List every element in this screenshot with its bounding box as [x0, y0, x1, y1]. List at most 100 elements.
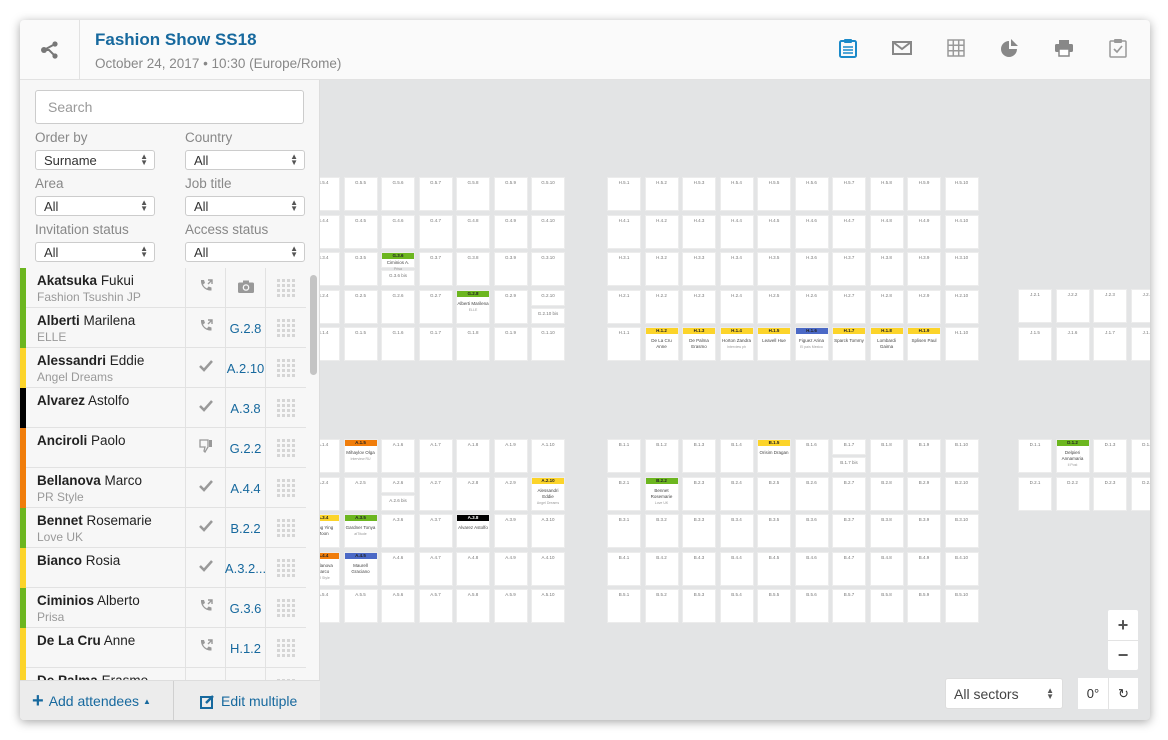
invitation-status-select[interactable]: All ▲ ▼	[35, 242, 155, 262]
attendee-row[interactable]: De Palma Erasmo	[20, 668, 306, 680]
seat[interactable]: A.3.4 Song Ying Moon	[320, 514, 340, 548]
seat-map-button[interactable]	[944, 36, 968, 60]
seat[interactable]: B.2.5	[757, 476, 791, 511]
rotate-button[interactable]: ↻	[1108, 678, 1138, 709]
seat[interactable]: J.2.3	[1093, 289, 1127, 323]
attendee-row[interactable]: De La Cru Anne H.1.2	[20, 628, 306, 668]
seat[interactable]: H.3.1	[607, 252, 641, 286]
zoom-in-button[interactable]: +	[1108, 610, 1138, 640]
seat[interactable]: H.2.3	[682, 289, 716, 324]
job-title-select[interactable]: All ▲ ▼	[185, 196, 305, 216]
seat[interactable]: G.2.9	[493, 289, 528, 324]
attendee-row[interactable]: Alessandri Eddie Angel Dreams A.2.10	[20, 348, 306, 388]
seat[interactable]: H.2.1	[607, 289, 641, 324]
seat[interactable]: B.2.4	[719, 476, 754, 511]
invitation-status-cell[interactable]	[185, 668, 225, 680]
invitation-status-cell[interactable]	[185, 628, 225, 668]
seat[interactable]: G.4.4	[320, 214, 340, 249]
seat[interactable]: B.2.3	[682, 476, 716, 511]
seat[interactable]: H.2.2	[644, 289, 679, 324]
seat[interactable]: H.1.9 Splisen Paul	[907, 327, 941, 361]
seat[interactable]: A.5.7	[418, 589, 453, 623]
seat[interactable]: A.4.7	[418, 551, 453, 586]
invitation-status-cell[interactable]	[185, 508, 225, 548]
seat[interactable]: A.3.5 Gardner Tonya atTitude	[343, 514, 378, 548]
seat[interactable]: A.1.10	[531, 439, 565, 473]
seat[interactable]: J.1.8	[1130, 326, 1150, 361]
seat[interactable]: H.3.7	[832, 252, 866, 286]
statistics-button[interactable]	[998, 36, 1022, 60]
seat[interactable]: B.4.8	[869, 551, 904, 586]
seat[interactable]: A.4.5 Maurell Graciano	[343, 551, 378, 586]
seat[interactable]: G.5.10	[531, 177, 565, 211]
seat[interactable]: G.1.5	[343, 327, 378, 361]
seat[interactable]: G.2.10	[531, 289, 565, 306]
seat[interactable]: G.3.10	[531, 252, 565, 286]
invitation-status-cell[interactable]	[185, 428, 225, 468]
seat-link[interactable]: A.3.8	[230, 401, 260, 416]
drag-handle[interactable]	[265, 348, 306, 388]
seat[interactable]: A.5.8	[456, 589, 490, 623]
seat[interactable]: D.2.1	[1018, 476, 1052, 511]
seat[interactable]: A.3.9	[493, 514, 528, 548]
seat-map[interactable]: + − All sectors ▲▼ 0° ↻ G.5.4 G.5.5 G.5.6 G.…	[320, 80, 1150, 720]
seat[interactable]: H.3.2	[644, 252, 679, 286]
seat[interactable]: B.3.1	[607, 514, 641, 548]
seat[interactable]: D.1.2 Delpieri Annamaria Il Post	[1055, 439, 1090, 473]
attendee-row[interactable]: Bellanova Marco PR Style A.4.4	[20, 468, 306, 508]
invitation-status-cell[interactable]	[185, 268, 225, 308]
seat[interactable]: H.3.6	[794, 252, 829, 286]
seat[interactable]: B.5.9	[907, 589, 941, 623]
seat[interactable]: B.1.1	[607, 439, 641, 473]
seat[interactable]: B.3.2	[644, 514, 679, 548]
seat[interactable]: H.4.8	[869, 214, 904, 249]
drag-handle[interactable]	[265, 508, 306, 548]
share-button[interactable]	[20, 20, 80, 80]
seat[interactable]: H.5.7	[832, 177, 866, 211]
seat[interactable]: H.1.10	[944, 327, 979, 361]
drag-handle[interactable]	[265, 468, 306, 508]
seat[interactable]: D.2.3	[1093, 476, 1127, 511]
seat[interactable]: B.4.5	[757, 551, 791, 586]
seat-link[interactable]: G.3.6	[230, 601, 262, 616]
seat[interactable]: G.4.9	[493, 214, 528, 249]
seat-cell[interactable]	[225, 268, 265, 308]
seat[interactable]: B.1.6	[794, 439, 829, 473]
seat[interactable]: B.4.2	[644, 551, 679, 586]
country-select[interactable]: All ▲ ▼	[185, 150, 305, 170]
seat[interactable]: A.2.5	[343, 476, 378, 511]
seat[interactable]: B.3.10	[944, 514, 979, 548]
seat[interactable]: B.2.8	[869, 476, 904, 511]
seat[interactable]: G.2.5	[343, 289, 378, 324]
seat[interactable]: B.4.6	[794, 551, 829, 586]
drag-handle[interactable]	[265, 628, 306, 668]
seat[interactable]: B.1.3	[682, 439, 716, 473]
seat[interactable]: H.2.6	[794, 289, 829, 324]
seat[interactable]: A.3.6	[381, 514, 415, 548]
access-status-select[interactable]: All ▲ ▼	[185, 242, 305, 262]
seat[interactable]: G.3.7	[418, 252, 453, 286]
seat[interactable]: B.4.1	[607, 551, 641, 586]
seat[interactable]: D.1.4	[1130, 439, 1150, 473]
seat[interactable]: H.2.7	[832, 289, 866, 324]
seat[interactable]: H.3.9	[907, 252, 941, 286]
seat[interactable]: B.3.8	[869, 514, 904, 548]
seat[interactable]: G.3.6 Ciminios A. Prisa	[381, 252, 415, 271]
seat[interactable]: H.4.10	[944, 214, 979, 249]
seat[interactable]: B.4.10	[944, 551, 979, 586]
seat[interactable]: H.5.4	[719, 177, 754, 211]
list-scrollbar[interactable]	[310, 275, 317, 375]
seat[interactable]: G.3.4	[320, 252, 340, 286]
drag-handle[interactable]	[265, 548, 306, 588]
seat-cell[interactable]: A.2.10	[225, 348, 265, 388]
seat[interactable]: A.2.7	[418, 476, 453, 511]
seat[interactable]: A.4.6	[381, 551, 415, 586]
seat[interactable]: G.5.5	[343, 177, 378, 211]
seat[interactable]: H.1.7 Sparck Tommy	[832, 327, 866, 361]
seat[interactable]: H.5.10	[944, 177, 979, 211]
seat[interactable]: H.4.2	[644, 214, 679, 249]
seat[interactable]: G.1.7	[418, 327, 453, 361]
seat[interactable]: G.5.7	[418, 177, 453, 211]
seat-cell[interactable]: G.3.6	[225, 588, 265, 628]
seat[interactable]: A.1.9	[493, 439, 528, 473]
